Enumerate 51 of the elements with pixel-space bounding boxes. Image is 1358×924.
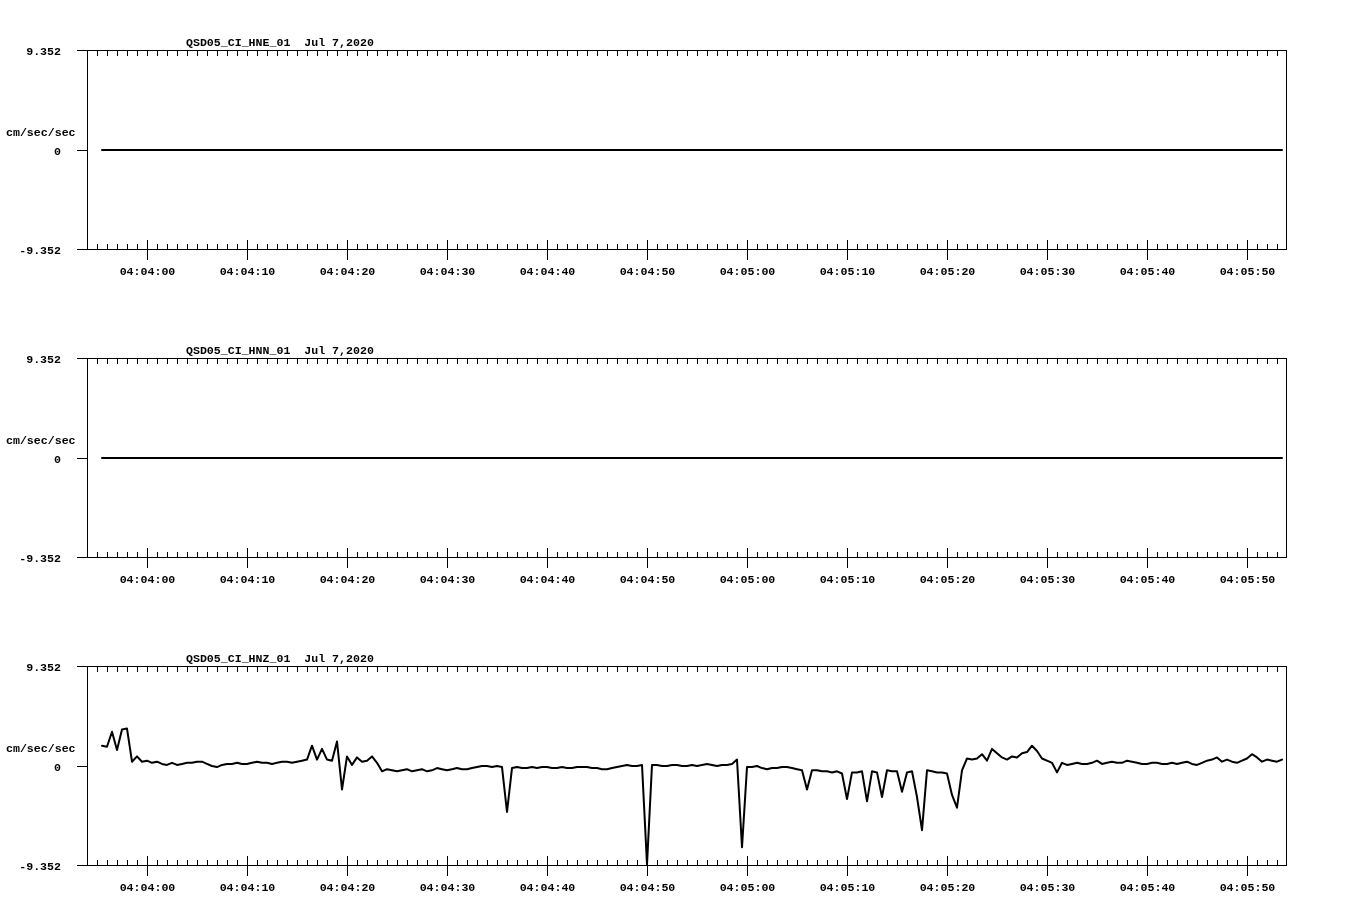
x-tick-label: 04:04:20 xyxy=(319,573,376,586)
x-tick-label: 04:04:50 xyxy=(619,881,676,894)
x-tick-label: 04:05:10 xyxy=(819,573,876,586)
y-tick-label: 9.352 xyxy=(26,660,61,674)
x-tick-label: 04:05:20 xyxy=(919,881,976,894)
x-tick-label: 04:04:20 xyxy=(319,881,376,894)
x-tick-label: 04:04:40 xyxy=(519,265,576,278)
x-tick-label: 04:05:50 xyxy=(1219,573,1276,586)
y-tick-label: 0 xyxy=(54,760,61,774)
x-tick-label: 04:04:30 xyxy=(419,881,476,894)
x-tick-label: 04:05:10 xyxy=(819,265,876,278)
x-tick-label: 04:05:50 xyxy=(1219,881,1276,894)
y-tick-label: 9.352 xyxy=(26,44,61,58)
y-tick-label: 9.352 xyxy=(26,352,61,366)
x-tick-label: 04:05:50 xyxy=(1219,265,1276,278)
y-tick-label: -9.352 xyxy=(19,551,61,565)
x-tick-label: 04:04:50 xyxy=(619,573,676,586)
chart-title: QSD05_CI_HNN_01 Jul 7,2020 xyxy=(186,344,374,357)
x-tick-label: 04:04:40 xyxy=(519,881,576,894)
x-tick-label: 04:05:20 xyxy=(919,265,976,278)
x-tick-label: 04:04:00 xyxy=(119,265,176,278)
x-tick-label: 04:05:00 xyxy=(719,573,776,586)
chart-title: QSD05_CI_HNE_01 Jul 7,2020 xyxy=(186,36,374,49)
x-tick-label: 04:04:20 xyxy=(319,265,376,278)
y-tick-label: -9.352 xyxy=(19,859,61,873)
x-tick-label: 04:05:00 xyxy=(719,265,776,278)
y-axis-label: cm/sec/sec xyxy=(6,126,76,139)
x-tick-label: 04:04:10 xyxy=(219,881,276,894)
y-tick-label: 0 xyxy=(54,452,61,466)
chart-title: QSD05_CI_HNZ_01 Jul 7,2020 xyxy=(186,652,374,665)
y-tick-label: -9.352 xyxy=(19,243,61,257)
x-tick-label: 04:04:00 xyxy=(119,573,176,586)
y-axis-label: cm/sec/sec xyxy=(6,742,76,755)
x-tick-label: 04:05:30 xyxy=(1019,573,1076,586)
x-tick-label: 04:04:10 xyxy=(219,265,276,278)
x-tick-label: 04:04:10 xyxy=(219,573,276,586)
x-tick-label: 04:05:40 xyxy=(1119,265,1176,278)
x-tick-label: 04:04:30 xyxy=(419,265,476,278)
y-tick-label: 0 xyxy=(54,144,61,158)
x-tick-label: 04:05:40 xyxy=(1119,881,1176,894)
x-tick-label: 04:04:00 xyxy=(119,881,176,894)
x-tick-label: 04:05:20 xyxy=(919,573,976,586)
x-tick-label: 04:05:00 xyxy=(719,881,776,894)
x-tick-label: 04:05:30 xyxy=(1019,265,1076,278)
x-tick-label: 04:05:10 xyxy=(819,881,876,894)
x-tick-label: 04:04:30 xyxy=(419,573,476,586)
y-axis-label: cm/sec/sec xyxy=(6,434,76,447)
x-tick-label: 04:05:40 xyxy=(1119,573,1176,586)
x-tick-label: 04:05:30 xyxy=(1019,881,1076,894)
x-tick-label: 04:04:40 xyxy=(519,573,576,586)
x-tick-label: 04:04:50 xyxy=(619,265,676,278)
